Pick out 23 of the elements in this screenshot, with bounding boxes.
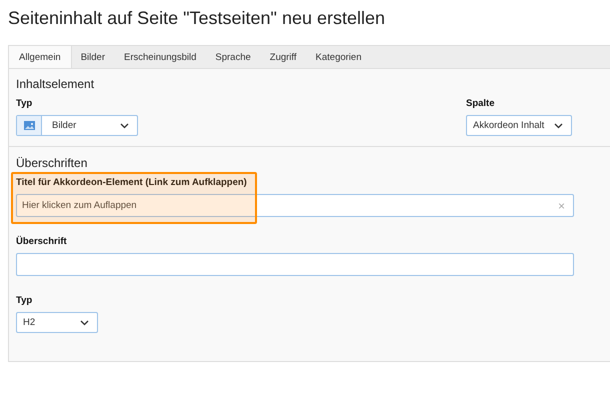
select-field[interactable]: Bilder (16, 115, 138, 136)
section-title: Inhaltselement (16, 77, 96, 91)
field-label: Typ (16, 295, 34, 308)
image-icon (24, 121, 34, 130)
tab[interactable]: Erscheinungsbild (115, 46, 206, 68)
tab[interactable]: Sprache (206, 46, 261, 68)
tab[interactable]: Kategorien (306, 46, 372, 68)
chevron-down-icon (554, 122, 564, 128)
field-label: Überschrift (16, 236, 68, 249)
field-label: Typ (16, 98, 34, 111)
tab[interactable]: Allgemein (9, 46, 72, 68)
tab[interactable]: Bilder (72, 46, 116, 68)
tab[interactable]: Zugriff (260, 46, 307, 68)
page-title: Seiteninhalt auf Seite "Testseiten" neu erstellen (8, 8, 386, 30)
chevron-down-icon (120, 122, 129, 128)
input-field[interactable] (16, 253, 574, 276)
input-field[interactable]: Hier klicken zum Auflappen × (16, 194, 574, 217)
field-label: Titel für Akkordeon-Element (Link zum Aufklappen) (16, 177, 248, 190)
chevron-down-icon (80, 320, 89, 326)
section-title: Überschriften (16, 156, 88, 170)
select-field[interactable]: Akkordeon Inhalt (466, 115, 572, 136)
select-field[interactable]: H2 (16, 312, 98, 333)
field-label: Spalte (466, 98, 496, 111)
